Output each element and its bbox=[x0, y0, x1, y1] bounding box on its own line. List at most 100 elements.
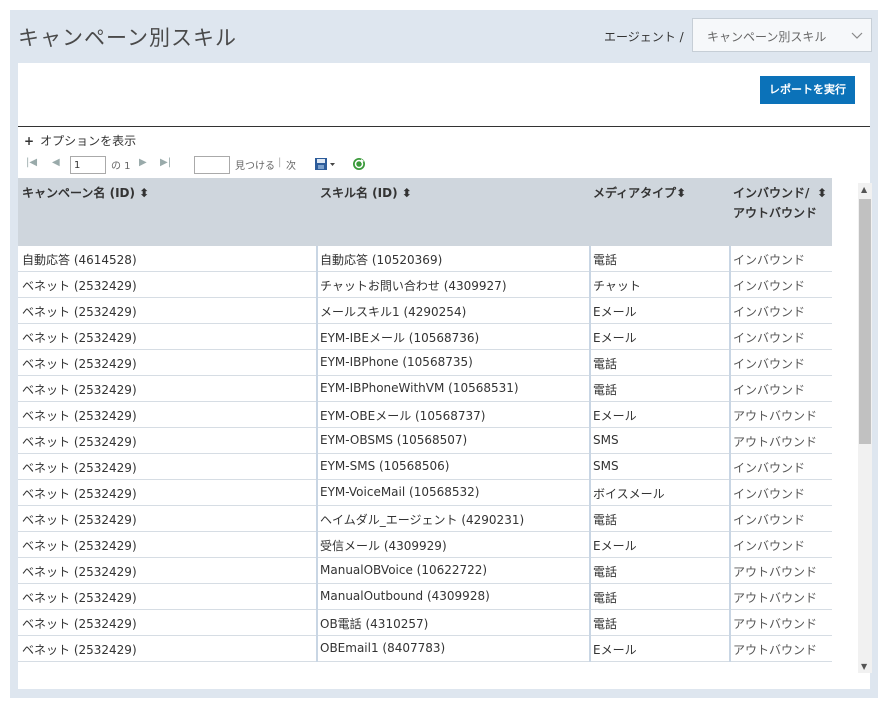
cell-media-type: Eメール bbox=[593, 331, 637, 345]
cell-campaign: ベネット (2532429) bbox=[22, 279, 137, 293]
table-row: ベネット (2532429) ManualOBVoice (10622722) 電話… bbox=[18, 558, 832, 584]
scrollbar-thumb[interactable] bbox=[859, 199, 871, 444]
cell-campaign: ベネット (2532429) bbox=[22, 591, 137, 605]
cell-skill: EYM-IBPhoneWithVM (10568531) bbox=[320, 381, 519, 395]
column-divider bbox=[589, 298, 591, 324]
column-divider bbox=[729, 610, 731, 636]
col-header-skill[interactable]: スキル名 (ID) ⬍ bbox=[320, 183, 412, 203]
cell-campaign: ベネット (2532429) bbox=[22, 565, 137, 579]
column-divider bbox=[729, 558, 731, 584]
cell-campaign: ベネット (2532429) bbox=[22, 461, 137, 475]
cell-direction: インバウンド bbox=[733, 487, 806, 501]
cell-campaign: ベネット (2532429) bbox=[22, 513, 137, 527]
column-divider bbox=[316, 636, 318, 662]
cell-campaign: ベネット (2532429) bbox=[22, 539, 137, 553]
table-row: ベネット (2532429) EYM-OBSMS (10568507) SMS アウト… bbox=[18, 428, 832, 454]
column-divider bbox=[316, 610, 318, 636]
cell-media-type: 電話 bbox=[593, 383, 618, 397]
cell-skill: EYM-VoiceMail (10568532) bbox=[320, 485, 480, 499]
column-divider bbox=[316, 532, 318, 558]
column-divider bbox=[316, 428, 318, 454]
column-divider bbox=[729, 324, 731, 350]
first-page-icon[interactable]: |◀ bbox=[26, 157, 37, 168]
sort-icon[interactable]: ⬍ bbox=[139, 186, 149, 200]
column-divider bbox=[729, 272, 731, 298]
column-divider bbox=[729, 402, 731, 428]
last-page-icon[interactable]: ▶| bbox=[160, 157, 171, 168]
cell-media-type: 電話 bbox=[593, 513, 618, 527]
page-number-input[interactable] bbox=[70, 156, 106, 174]
sort-icon[interactable]: ⬍ bbox=[817, 183, 827, 203]
cell-skill: 自動応答 (10520369) bbox=[320, 253, 443, 267]
column-divider bbox=[316, 402, 318, 428]
cell-direction: アウトバウンド bbox=[733, 565, 818, 579]
column-divider bbox=[589, 506, 591, 532]
column-divider bbox=[316, 584, 318, 610]
table-row: 自動応答 (4614528) 自動応答 (10520369) 電話 インバウンド bbox=[18, 246, 832, 272]
cell-media-type: Eメール bbox=[593, 539, 637, 553]
cell-campaign: ベネット (2532429) bbox=[22, 487, 137, 501]
col-header-campaign[interactable]: キャンペーン名 (ID) ⬍ bbox=[22, 183, 149, 203]
cell-direction: アウトバウンド bbox=[733, 409, 818, 423]
report-panel: レポートを実行 + オプションを表示 |◀ ◀ の 1 ▶ ▶| 見つける | 次 bbox=[18, 63, 872, 689]
run-report-button[interactable]: レポートを実行 bbox=[760, 76, 855, 104]
cell-skill: OB電話 (4310257) bbox=[320, 617, 429, 631]
table-row: ベネット (2532429) ManualOutbound (4309928) 電話… bbox=[18, 584, 832, 610]
scrollbar[interactable]: ▲ ▼ bbox=[858, 183, 872, 673]
prev-page-icon[interactable]: ◀ bbox=[52, 157, 60, 168]
report-select-value: キャンペーン別スキル bbox=[707, 30, 827, 44]
report-select[interactable]: キャンペーン別スキル bbox=[692, 18, 872, 52]
column-divider bbox=[316, 246, 318, 272]
export-icon[interactable] bbox=[314, 157, 336, 171]
column-divider bbox=[589, 272, 591, 298]
cell-media-type: Eメール bbox=[593, 643, 637, 657]
show-options-toggle[interactable]: + オプションを表示 bbox=[24, 132, 136, 149]
divider bbox=[18, 126, 870, 127]
column-divider bbox=[729, 636, 731, 662]
cell-media-type: ボイスメール bbox=[593, 487, 665, 501]
sort-icon[interactable]: ⬍ bbox=[402, 186, 412, 200]
cell-skill: ManualOBVoice (10622722) bbox=[320, 563, 488, 577]
column-divider bbox=[589, 532, 591, 558]
cell-skill: EYM-OBSMS (10568507) bbox=[320, 433, 468, 447]
next-link[interactable]: 次 bbox=[286, 157, 296, 172]
show-options-label: オプションを表示 bbox=[40, 134, 137, 148]
cell-skill: EYM-OBEメール (10568737) bbox=[320, 409, 486, 423]
cell-skill: 受信メール (4309929) bbox=[320, 539, 447, 553]
cell-direction: インバウンド bbox=[733, 461, 806, 475]
cell-campaign: ベネット (2532429) bbox=[22, 383, 137, 397]
cell-direction: アウトバウンド bbox=[733, 591, 818, 605]
column-divider bbox=[729, 532, 731, 558]
cell-media-type: Eメール bbox=[593, 305, 637, 319]
table-row: ベネット (2532429) EYM-IBPhone (10568735) 電話 イン… bbox=[18, 350, 832, 376]
find-link[interactable]: 見つける bbox=[235, 157, 275, 172]
scroll-down-icon[interactable]: ▼ bbox=[861, 662, 867, 671]
cell-direction: インバウンド bbox=[733, 305, 806, 319]
column-divider bbox=[316, 298, 318, 324]
cell-direction: インバウンド bbox=[733, 253, 806, 267]
cell-media-type: チャット bbox=[593, 279, 641, 293]
sort-icon[interactable]: ⬍ bbox=[676, 186, 686, 200]
breadcrumb[interactable]: エージェント / bbox=[604, 28, 684, 45]
report-container: キャンペーン別スキル エージェント / キャンペーン別スキル レポートを実行 +… bbox=[10, 10, 878, 698]
cell-direction: アウトバウンド bbox=[733, 617, 818, 631]
column-divider bbox=[589, 480, 591, 506]
cell-direction: アウトバウンド bbox=[733, 435, 818, 449]
table-row: ベネット (2532429) EYM-IBEメール (10568736) Eメール イ… bbox=[18, 324, 832, 350]
next-page-icon[interactable]: ▶ bbox=[139, 157, 147, 168]
col-header-media-type[interactable]: メディアタイプ⬍ bbox=[593, 183, 686, 203]
page-count-label: の 1 bbox=[111, 161, 131, 172]
scroll-up-icon[interactable]: ▲ bbox=[861, 185, 867, 194]
cell-campaign: ベネット (2532429) bbox=[22, 357, 137, 371]
column-divider bbox=[589, 454, 591, 480]
cell-campaign: ベネット (2532429) bbox=[22, 409, 137, 423]
refresh-icon[interactable] bbox=[352, 157, 366, 171]
cell-skill: メールスキル1 (4290254) bbox=[320, 305, 467, 319]
table-header: キャンペーン名 (ID) ⬍ スキル名 (ID) ⬍ メディアタイプ⬍ インバウ… bbox=[18, 178, 832, 246]
col-header-direction[interactable]: インバウンド/ アウトバウンド ⬍ bbox=[733, 183, 827, 223]
plus-icon: + bbox=[24, 134, 35, 148]
find-input[interactable] bbox=[194, 156, 230, 174]
column-divider bbox=[316, 506, 318, 532]
column-divider bbox=[589, 324, 591, 350]
cell-direction: インバウンド bbox=[733, 331, 806, 345]
